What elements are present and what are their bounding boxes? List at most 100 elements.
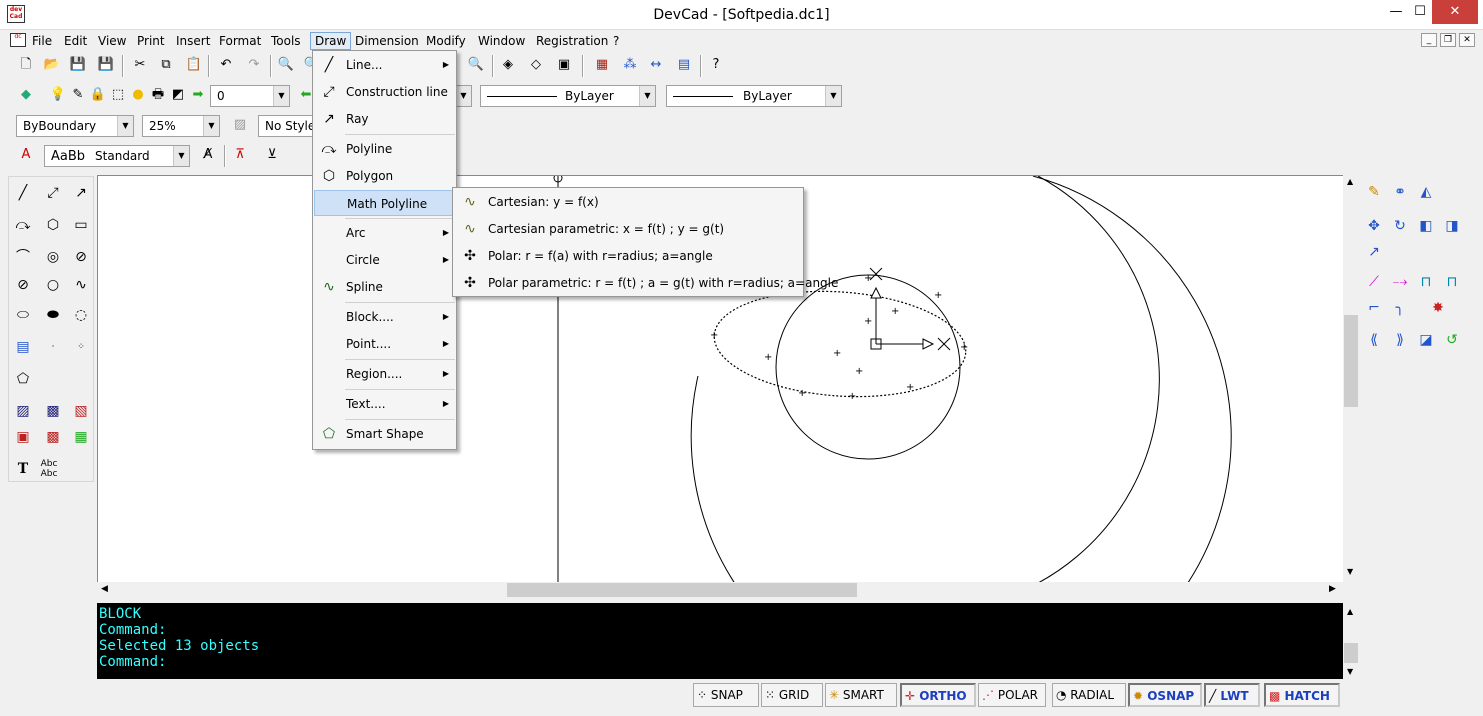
menuitem-cartesian[interactable]: ∿ Cartesian: y = f(x) — [454, 189, 802, 215]
text-style-icon[interactable]: A — [16, 145, 36, 165]
ellipse-axis-tool-icon[interactable]: ⬬ — [41, 303, 65, 327]
save-as-icon[interactable]: 💾 — [96, 55, 116, 75]
ellipse-tool-icon[interactable]: ⬭ — [11, 303, 35, 327]
zoom-extents-icon[interactable]: 🔍 — [466, 55, 486, 75]
grid-toggle[interactable]: ⁙ GRID — [761, 683, 823, 707]
menu-insert[interactable]: Insert — [172, 32, 214, 50]
print-icon[interactable]: 🖶 — [148, 85, 168, 105]
layer-manager-icon[interactable]: ◆ — [16, 85, 36, 105]
menuitem-block[interactable]: Block.... ▶ — [314, 304, 455, 330]
hatch-style-icon[interactable]: ▨ — [230, 115, 250, 135]
hatch-tool-icon[interactable]: ▨ — [11, 399, 35, 423]
extend-tool-icon[interactable]: ⤍ — [1388, 270, 1412, 294]
scroll-right-icon[interactable]: ▶ — [1329, 584, 1336, 594]
cut-icon[interactable]: ✂ — [130, 55, 150, 75]
menu-window[interactable]: Window — [474, 32, 529, 50]
menuitem-point[interactable]: Point.... ▶ — [314, 331, 455, 357]
menuitem-line[interactable]: ╱ Line... ▶ — [314, 52, 455, 78]
redo-icon[interactable]: ↷ — [244, 55, 264, 75]
arc-tool-icon[interactable]: ⌒ — [11, 245, 35, 269]
layers-icon[interactable]: ◈ — [498, 55, 518, 75]
menuitem-ray[interactable]: ↗ Ray — [314, 106, 455, 132]
command-scroll-thumb[interactable] — [1344, 643, 1358, 663]
save-icon[interactable]: 💾 — [68, 55, 88, 75]
coordinates-icon[interactable]: ⁂ — [620, 55, 640, 75]
pencil-icon[interactable]: ✎ — [68, 85, 88, 105]
open-icon[interactable]: 📂 — [42, 55, 62, 75]
menu-edit[interactable]: Edit — [60, 32, 91, 50]
move-tool-icon[interactable]: ✥ — [1362, 214, 1386, 238]
offset-n-tool-icon[interactable]: ⟫ — [1388, 328, 1412, 352]
command-scrollbar[interactable]: ▲ ▼ — [1343, 603, 1359, 679]
hatch-toggle[interactable]: ▩ HATCH — [1264, 683, 1340, 707]
blocks-icon[interactable]: ◇ — [526, 55, 546, 75]
circle-center-tool-icon[interactable]: ◎ — [41, 245, 65, 269]
vertical-scroll-thumb[interactable] — [1344, 315, 1358, 407]
break-point-tool-icon[interactable]: ⊓ — [1440, 270, 1464, 294]
radial-toggle[interactable]: ◔ RADIAL — [1052, 683, 1126, 707]
zoom-select[interactable]: 25% ▼ — [142, 115, 220, 137]
construction-line-tool-icon[interactable]: ⤢ — [41, 181, 65, 205]
arrow-right-icon[interactable]: ➡ — [188, 85, 208, 105]
palette-icon[interactable]: ▦ — [592, 55, 612, 75]
gradient-tool-icon[interactable]: ▦ — [69, 425, 93, 449]
menuitem-construction-line[interactable]: ⤢ Construction line — [314, 79, 455, 105]
multi-point-tool-icon[interactable]: ⁘ — [69, 335, 93, 359]
horizontal-scroll-thumb[interactable] — [507, 583, 857, 597]
point-tool-icon[interactable]: · — [41, 335, 65, 359]
polar-toggle[interactable]: ⋰ POLAR — [978, 683, 1046, 707]
break-tool-icon[interactable]: ⊓ — [1414, 270, 1438, 294]
menu-registration[interactable]: Registration — [532, 32, 612, 50]
color-select[interactable]: ▼ — [455, 85, 472, 107]
ortho-toggle[interactable]: ✛ ORTHO — [900, 683, 976, 707]
mdi-minimize-button[interactable]: _ — [1421, 33, 1437, 47]
menuitem-polyline[interactable]: ⤼ Polyline — [314, 136, 455, 162]
polygon-tool-icon[interactable]: ⬡ — [41, 213, 65, 237]
copy-tool-icon[interactable]: ⚭ — [1388, 180, 1412, 204]
scale-tool-icon[interactable]: ◧ — [1414, 214, 1438, 238]
color-icon[interactable]: ● — [128, 85, 148, 105]
scroll-up-icon[interactable]: ▲ — [1347, 177, 1353, 186]
dimension-style-icon[interactable]: ⊼ — [230, 145, 250, 165]
osnap-toggle[interactable]: ✹ OSNAP — [1128, 683, 1202, 707]
help-icon[interactable]: ? — [706, 55, 726, 75]
menuitem-smart-shape[interactable]: ⬠ Smart Shape — [314, 421, 455, 447]
scroll-left-icon[interactable]: ◀ — [101, 584, 108, 594]
rotate-tool-icon[interactable]: ↻ — [1388, 214, 1412, 238]
measure-icon[interactable]: ↔ — [646, 55, 666, 75]
lineweight-select[interactable]: ByLayer ▼ — [666, 85, 842, 107]
circle-2p-tool-icon[interactable]: ⊘ — [69, 245, 93, 269]
scroll-down-icon[interactable]: ▼ — [1347, 567, 1353, 576]
multiline-text-tool-icon[interactable]: Abc Abc — [37, 457, 61, 481]
undo-icon[interactable]: ↶ — [216, 55, 236, 75]
trim-tool-icon[interactable]: ⟋ — [1362, 270, 1386, 294]
properties-tool-icon[interactable]: ◪ — [1414, 328, 1438, 352]
insert-block-tool-icon[interactable]: ▤ — [11, 335, 35, 359]
new-icon[interactable]: 🗋 — [16, 55, 36, 75]
selection-icon[interactable]: ⬚ — [108, 85, 128, 105]
erase-tool-icon[interactable]: ✎ — [1362, 180, 1386, 204]
offset-tool-icon[interactable]: ⟪ — [1362, 328, 1386, 352]
spline-tool-icon[interactable]: ∿ — [69, 273, 93, 297]
menu-dimension[interactable]: Dimension — [351, 32, 423, 50]
fillet-tool-icon[interactable]: ╮ — [1388, 296, 1412, 320]
smart-shape-tool-icon[interactable]: ⬠ — [11, 367, 35, 391]
menu-tools[interactable]: Tools — [267, 32, 305, 50]
menuitem-arc[interactable]: Arc ▶ — [314, 220, 455, 246]
scroll-up-icon[interactable]: ▲ — [1347, 607, 1353, 616]
circle-tan-tool-icon[interactable]: ○ — [41, 273, 65, 297]
mirror-tool-icon[interactable]: ◭ — [1414, 180, 1438, 204]
command-prompt[interactable]: Command: — [99, 654, 1341, 670]
document-icon[interactable]: dc — [10, 33, 26, 47]
menuitem-region[interactable]: Region.... ▶ — [314, 361, 455, 387]
menu-modify[interactable]: Modify — [422, 32, 470, 50]
boundary-select[interactable]: ByBoundary ▼ — [16, 115, 134, 137]
zoom-icon[interactable]: 🔍 — [276, 55, 296, 75]
ray-tool-icon[interactable]: ↗ — [69, 181, 93, 205]
scroll-down-icon[interactable]: ▼ — [1347, 667, 1353, 676]
explode-tool-icon[interactable]: ✸ — [1426, 296, 1450, 320]
ruler-icon[interactable]: ▤ — [674, 55, 694, 75]
region-pick-tool-icon[interactable]: ▩ — [41, 425, 65, 449]
menuitem-cartesian-parametric[interactable]: ∿ Cartesian parametric: x = f(t) ; y = g(… — [454, 216, 802, 242]
smart-toggle[interactable]: ✳ SMART — [825, 683, 897, 707]
